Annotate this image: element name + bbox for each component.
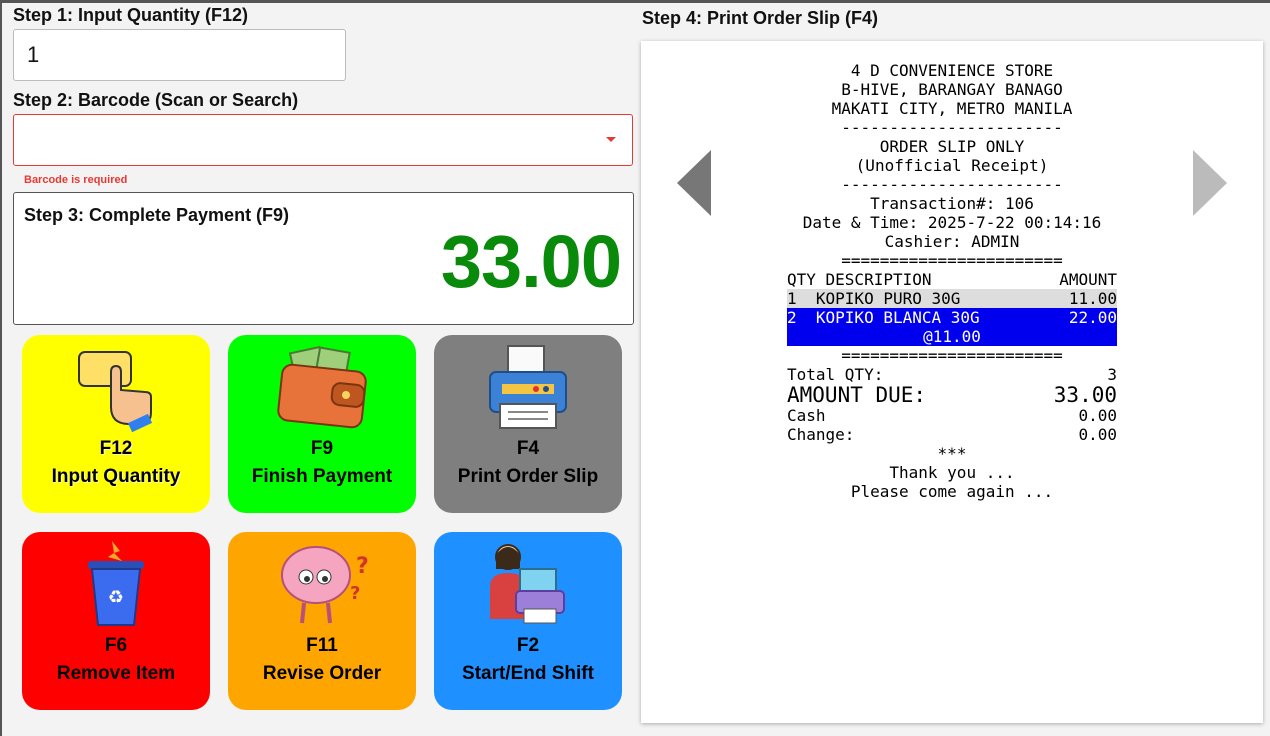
next-slip-button[interactable]: [1193, 150, 1227, 216]
divider-equals: =======================: [841, 346, 1063, 365]
hand-pointer-icon: [22, 339, 210, 434]
step2-label: Step 2: Barcode (Scan or Search): [13, 90, 299, 110]
slip-title: ORDER SLIP ONLY: [879, 137, 1025, 156]
table-row[interactable]: 1 KOPIKO PURO 30G 11.00: [787, 289, 1117, 308]
barcode-select[interactable]: [13, 114, 633, 166]
tile-key-f6: F6: [104, 635, 128, 656]
item-amount: 11.00: [1068, 289, 1117, 308]
transaction-number: Transaction#: 106: [870, 194, 1034, 213]
thank-you-text: Thank you ...: [889, 463, 1015, 482]
input-quantity-button[interactable]: F12 Input Quantity: [22, 335, 210, 513]
chevron-down-icon[interactable]: [606, 137, 616, 142]
tile-label-finish-payment: Finish Payment: [251, 466, 393, 487]
tile-label-revise-order: Revise Order: [262, 663, 382, 684]
order-slip-panel: 4 D CONVENIENCE STORE B-HIVE, BARANGAY B…: [641, 41, 1263, 723]
revise-order-button[interactable]: ? ? F11 Revise Order: [228, 532, 416, 710]
step4-label: Step 4: Print Order Slip (F4): [642, 8, 879, 28]
item-description: 2 KOPIKO BLANCA 30G: [787, 308, 980, 327]
change-value: 0.00: [1078, 425, 1117, 444]
amount-due-value: 33.00: [1053, 383, 1117, 407]
divider-equals: =======================: [841, 251, 1063, 270]
change-label: Change:: [787, 425, 855, 444]
cash-row: Cash 0.00: [787, 406, 1117, 425]
divider-dash: -----------------------: [841, 175, 1063, 194]
previous-slip-button[interactable]: [677, 150, 711, 216]
printer-icon: [434, 339, 622, 434]
wallet-icon: [228, 339, 416, 434]
item-amount: 22.00: [1068, 308, 1117, 327]
store-address-1: B-HIVE, BARANGAY BANAGO: [841, 80, 1063, 99]
cash-value: 0.00: [1078, 406, 1117, 425]
slip-subtitle: (Unofficial Receipt): [855, 156, 1049, 175]
item-description: 1 KOPIKO PURO 30G: [787, 289, 961, 308]
divider-dash: -----------------------: [841, 118, 1063, 137]
step1-label: Step 1: Input Quantity (F12): [13, 5, 249, 25]
change-row: Change: 0.00: [787, 425, 1117, 444]
table-row[interactable]: 2 KOPIKO BLANCA 30G 22.00: [787, 308, 1117, 327]
finish-payment-button[interactable]: F9 Finish Payment: [228, 335, 416, 513]
quantity-input[interactable]: [13, 29, 346, 81]
arrow-right-icon: [1193, 150, 1227, 216]
tile-key-f4: F4: [516, 438, 540, 459]
tile-key-f11: F11: [306, 635, 338, 656]
item-unit-price: @11.00: [787, 327, 1117, 346]
col-qty-description: QTY DESCRIPTION: [787, 270, 932, 289]
svg-text:?: ?: [350, 583, 360, 604]
store-address-2: MAKATI CITY, METRO MANILA: [831, 99, 1073, 118]
tile-label-remove-item: Remove Item: [56, 663, 176, 684]
stars: ***: [937, 444, 967, 463]
total-qty-label: Total QTY:: [787, 365, 884, 384]
come-again-text: Please come again ...: [850, 482, 1054, 501]
tile-label-start-end-shift: Start/End Shift: [462, 663, 594, 684]
remove-item-button[interactable]: ♻ F6 Remove Item: [22, 532, 210, 710]
cashier: Cashier: ADMIN: [884, 232, 1020, 251]
barcode-error-text: Barcode is required: [24, 174, 128, 186]
total-qty-row: Total QTY: 3: [787, 365, 1117, 384]
payment-amount: 33.00: [440, 220, 622, 303]
start-end-shift-button[interactable]: F2 Start/End Shift: [434, 532, 622, 710]
tile-label-print-order-slip: Print Order Slip: [457, 466, 599, 487]
payment-panel: Step 3: Complete Payment (F9) 33.00: [13, 192, 634, 325]
svg-text:?: ?: [356, 554, 369, 579]
amount-due-label: AMOUNT DUE:: [787, 383, 927, 407]
cash-label: Cash: [787, 406, 826, 425]
date-time: Date & Time: 2025-7-22 00:14:16: [802, 213, 1102, 232]
column-header: QTY DESCRIPTION AMOUNT: [787, 270, 1117, 289]
amount-due-row: AMOUNT DUE: 33.00: [787, 384, 1117, 406]
arrow-left-icon: [677, 150, 711, 216]
store-name: 4 D CONVENIENCE STORE: [850, 61, 1054, 80]
cashier-printer-icon: [434, 536, 622, 631]
step3-label: Step 3: Complete Payment (F9): [24, 205, 290, 225]
trash-bin-icon: ♻: [22, 536, 210, 631]
total-qty-value: 3: [1107, 365, 1117, 384]
tile-key-f2: F2: [516, 635, 540, 656]
brain-question-icon: ? ?: [228, 536, 416, 631]
svg-text:♻: ♻: [108, 587, 124, 608]
col-amount: AMOUNT: [1059, 270, 1117, 289]
print-order-slip-button[interactable]: F4 Print Order Slip: [434, 335, 622, 513]
tile-key-f12: F12: [99, 438, 133, 459]
tile-label-input-quantity: Input Quantity: [51, 466, 181, 487]
tile-key-f9: F9: [310, 438, 334, 459]
receipt: 4 D CONVENIENCE STORE B-HIVE, BARANGAY B…: [787, 61, 1117, 501]
